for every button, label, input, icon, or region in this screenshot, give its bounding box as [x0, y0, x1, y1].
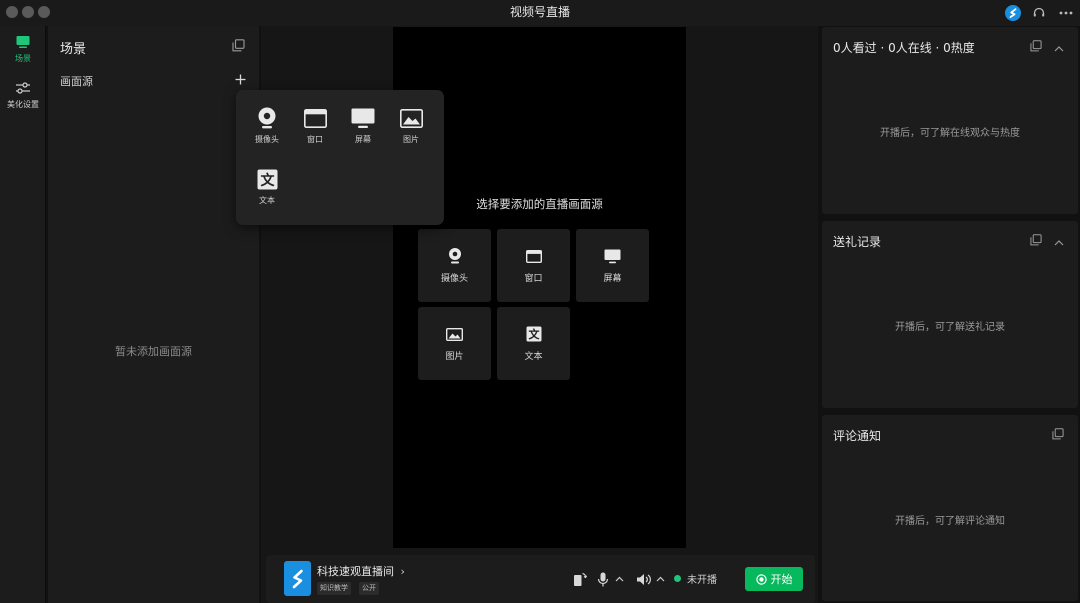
- window-icon: [303, 108, 327, 128]
- screen-icon: [351, 108, 375, 128]
- category-tag: 知识教学: [317, 582, 351, 595]
- microphone-options-button[interactable]: [613, 570, 625, 588]
- rotate-screen-icon: [574, 572, 587, 586]
- record-icon: [755, 573, 767, 585]
- speaker-options-button[interactable]: [654, 570, 666, 588]
- stats-card: 0人看过 · 0人在线 · 0热度 开播后，可了解在线观众与热度: [822, 27, 1078, 214]
- copy-icon: [232, 39, 245, 52]
- scene-panel: 场景 画面源 暂未添加画面源: [48, 26, 259, 603]
- sidebar-item-beauty-settings[interactable]: 美化设置: [0, 80, 46, 110]
- sources-empty-text: 暂未添加画面源: [115, 345, 192, 358]
- stats-popout-button[interactable]: [1030, 40, 1042, 55]
- room-name-link[interactable]: 科技速观直播间 ›: [317, 563, 405, 579]
- tile-label: 图片: [445, 352, 464, 362]
- start-live-label: 开始: [770, 573, 793, 586]
- chevron-right-icon: ›: [400, 565, 405, 578]
- stats-title: 0人看过 · 0人在线 · 0热度: [833, 41, 975, 55]
- window-title: 视频号直播: [509, 5, 570, 19]
- add-source-popup: 摄像头 窗口 屏幕 图片 文 文本: [236, 90, 444, 225]
- visibility-tag: 公开: [359, 582, 379, 595]
- beauty-settings-icon: [16, 82, 30, 94]
- popup-item-label: 图片: [403, 135, 419, 144]
- bottom-bar: 科技速观直播间 › 知识教学 公开 未开播 开始: [266, 555, 815, 603]
- copy-icon: [1052, 428, 1064, 440]
- tile-window[interactable]: 窗口: [497, 229, 570, 302]
- sources-label: 画面源: [60, 75, 93, 88]
- gifts-card: 送礼记录 开播后，可了解送礼记录: [822, 221, 1078, 408]
- title-bar: 视频号直播: [0, 0, 1080, 26]
- chevron-up-icon: [615, 576, 623, 582]
- live-status-text: 未开播: [687, 575, 717, 586]
- popup-item-camera[interactable]: 摄像头: [247, 105, 287, 145]
- rotate-orientation-button[interactable]: [572, 570, 588, 588]
- popup-item-label: 文本: [259, 196, 275, 205]
- left-nav: 场景 美化设置: [0, 26, 46, 603]
- speaker-button[interactable]: [635, 570, 651, 588]
- channels-logo-icon: [292, 569, 303, 588]
- scene-icon: [16, 36, 30, 48]
- svg-text:文: 文: [260, 172, 275, 189]
- window-icon: [525, 249, 542, 263]
- scene-panel-title: 场景: [60, 42, 87, 57]
- scene-copy-button[interactable]: [232, 39, 245, 55]
- sidebar-item-scene[interactable]: 场景: [0, 34, 46, 64]
- copy-icon: [1030, 234, 1042, 246]
- tile-screen[interactable]: 屏幕: [576, 229, 649, 302]
- camera-icon: [448, 248, 461, 264]
- text-icon: 文: [257, 169, 277, 189]
- room-name: 科技速观直播间: [317, 565, 394, 578]
- comments-empty-text: 开播后，可了解评论通知: [895, 516, 1005, 527]
- channels-logo-icon: [1005, 5, 1021, 21]
- tile-label: 窗口: [524, 274, 543, 284]
- screen-icon: [604, 249, 621, 263]
- speaker-icon: [636, 573, 651, 585]
- microphone-icon: [597, 572, 609, 586]
- popup-item-label: 窗口: [307, 135, 323, 144]
- camera-icon: [258, 107, 276, 129]
- popup-item-label: 屏幕: [355, 135, 371, 144]
- comments-title: 评论通知: [833, 429, 882, 443]
- sidebar-item-label: 美化设置: [7, 100, 39, 109]
- svg-text:文: 文: [528, 327, 540, 341]
- support-button[interactable]: [1030, 4, 1048, 22]
- popup-item-window[interactable]: 窗口: [295, 105, 335, 145]
- tile-text[interactable]: 文 文本: [497, 307, 570, 380]
- gifts-popout-button[interactable]: [1030, 234, 1042, 249]
- image-icon: [446, 327, 463, 341]
- popup-item-screen[interactable]: 屏幕: [343, 105, 383, 145]
- copy-icon: [1030, 40, 1042, 52]
- popup-item-text[interactable]: 文 文本: [247, 166, 287, 206]
- room-avatar[interactable]: [284, 561, 311, 596]
- plus-icon: [235, 74, 246, 85]
- chevron-up-icon: [1054, 45, 1064, 51]
- account-avatar[interactable]: [1004, 4, 1022, 22]
- tile-label: 文本: [524, 352, 543, 362]
- headset-icon: [1033, 7, 1045, 17]
- gifts-empty-text: 开播后，可了解送礼记录: [895, 322, 1005, 333]
- comments-card: 评论通知 开播后，可了解评论通知: [822, 415, 1078, 601]
- stats-empty-text: 开播后，可了解在线观众与热度: [880, 128, 1020, 139]
- tile-camera[interactable]: 摄像头: [418, 229, 491, 302]
- tile-label: 屏幕: [603, 274, 622, 284]
- chevron-up-icon: [656, 576, 664, 582]
- more-menu-button[interactable]: [1056, 4, 1076, 22]
- image-icon: [399, 108, 423, 128]
- start-live-button[interactable]: 开始: [745, 567, 803, 591]
- microphone-button[interactable]: [596, 570, 610, 588]
- text-icon: 文: [526, 326, 541, 342]
- gifts-title: 送礼记录: [833, 235, 882, 249]
- live-status-dot: [674, 575, 681, 582]
- popup-item-image[interactable]: 图片: [391, 105, 431, 145]
- add-source-button[interactable]: [235, 74, 246, 88]
- popup-item-label: 摄像头: [255, 135, 279, 144]
- gifts-collapse-button[interactable]: [1054, 235, 1064, 249]
- chevron-up-icon: [1054, 239, 1064, 245]
- sidebar-item-label: 场景: [15, 54, 31, 63]
- stats-collapse-button[interactable]: [1054, 41, 1064, 55]
- more-icon: [1059, 11, 1073, 15]
- comments-popout-button[interactable]: [1052, 428, 1064, 443]
- tile-label: 摄像头: [440, 274, 468, 284]
- tile-image[interactable]: 图片: [418, 307, 491, 380]
